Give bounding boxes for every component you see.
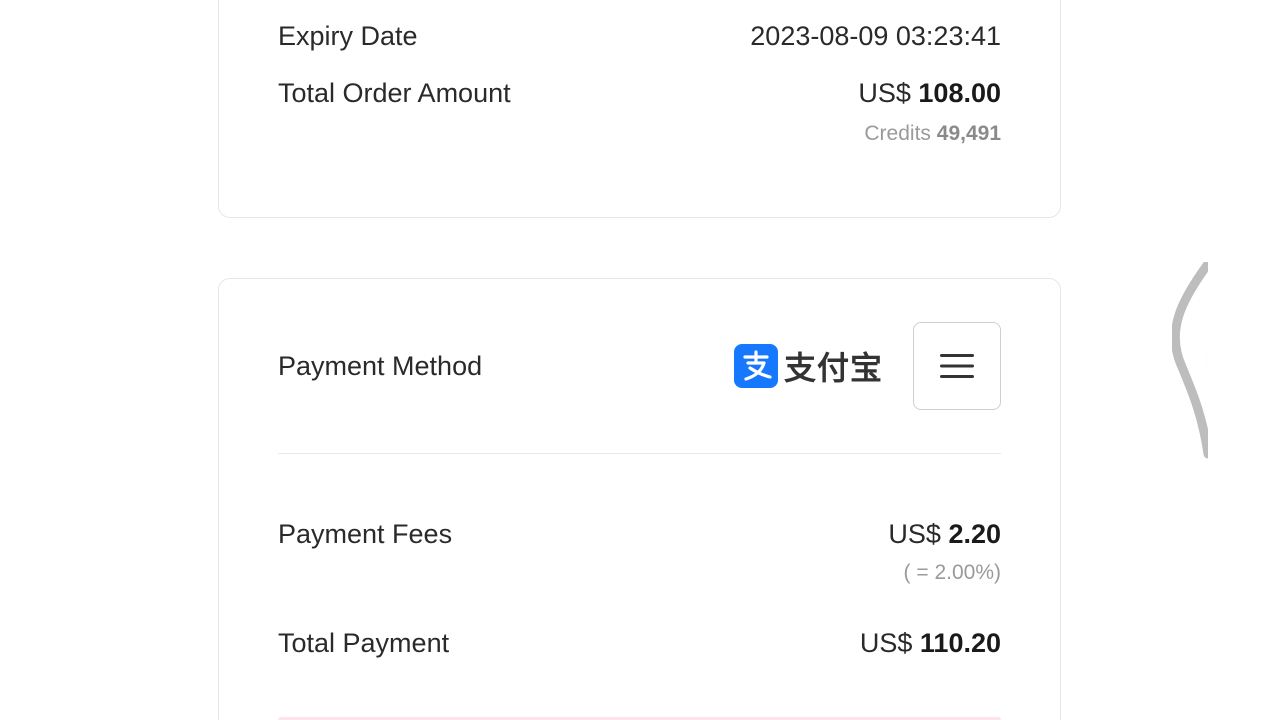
payment-card: Payment Method 支付宝 Payment Fees US$ 2.20… bbox=[218, 278, 1061, 720]
credits-value: 49,491 bbox=[936, 122, 1001, 145]
payment-fees-value: US$ 2.20 bbox=[888, 519, 1001, 550]
expiry-date-row: Expiry Date 2023-08-09 03:23:41 bbox=[278, 21, 1001, 52]
payment-method-label: Payment Method bbox=[278, 350, 483, 381]
alipay-icon bbox=[733, 344, 778, 388]
total-payment-amount: 110.20 bbox=[919, 628, 1001, 658]
alipay-brand-text: 支付宝 bbox=[783, 349, 883, 387]
alipay-glyph-icon bbox=[743, 350, 772, 381]
order-summary-card: Expiry Date 2023-08-09 03:23:41 Total Or… bbox=[218, 0, 1061, 218]
alipay-logo: 支付宝 bbox=[733, 343, 883, 389]
total-order-amount-value: US$ 108.00 bbox=[858, 78, 1001, 109]
credits-label: Credits bbox=[864, 122, 931, 145]
hamburger-menu-icon bbox=[940, 354, 974, 378]
total-order-amount-row: Total Order Amount US$ 108.00 bbox=[278, 78, 1001, 109]
total-payment-label: Total Payment bbox=[278, 628, 450, 658]
payment-method-row: Payment Method 支付宝 bbox=[278, 321, 1001, 411]
total-payment-row: Total Payment US$ 110.20 bbox=[278, 628, 1001, 659]
expiry-date-label: Expiry Date bbox=[278, 21, 418, 51]
credits-line: Credits 49,491 bbox=[864, 122, 1001, 146]
total-order-currency: US$ bbox=[858, 78, 911, 108]
payment-fees-row: Payment Fees US$ 2.20 bbox=[278, 519, 1001, 550]
checkout-page: Expiry Date 2023-08-09 03:23:41 Total Or… bbox=[0, 0, 1280, 720]
payment-fees-amount: 2.20 bbox=[948, 519, 1001, 549]
payment-fees-label: Payment Fees bbox=[278, 519, 453, 549]
total-payment-value: US$ 110.20 bbox=[860, 628, 1001, 659]
total-order-amount-label: Total Order Amount bbox=[278, 78, 511, 108]
payment-method-controls: 支付宝 bbox=[733, 322, 1001, 410]
payment-fees-rate: ( = 2.00%) bbox=[903, 561, 1001, 584]
total-payment-currency: US$ bbox=[859, 628, 913, 658]
screen-edge bbox=[1208, 0, 1280, 720]
expiry-date-value: 2023-08-09 03:23:41 bbox=[750, 21, 1001, 51]
payment-method-menu-button[interactable] bbox=[913, 322, 1001, 410]
total-order-amount: 108.00 bbox=[918, 78, 1001, 108]
payment-fees-currency: US$ bbox=[888, 519, 941, 549]
payment-divider bbox=[278, 453, 1001, 454]
